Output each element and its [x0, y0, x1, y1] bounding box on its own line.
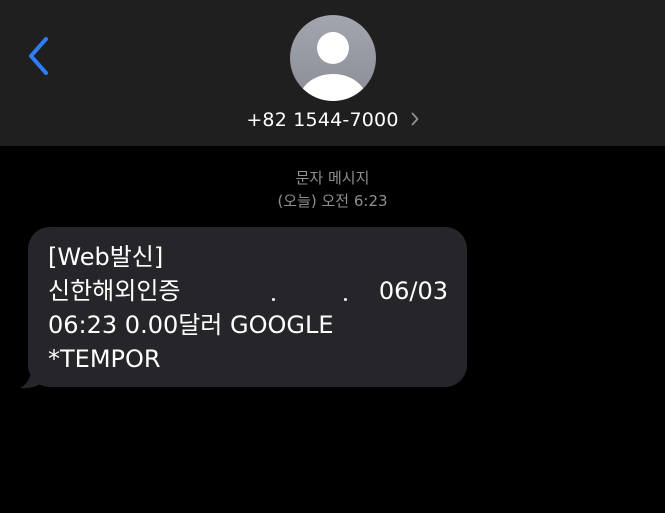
message-line: 신한해외인증 06/03 — [48, 277, 448, 305]
person-silhouette-icon — [299, 32, 367, 101]
message-bubble[interactable]: [Web발신] 신한해외인증 06/03 06:23 0.00달러 GOOGLE… — [28, 227, 467, 387]
sender-label: 문자 메시지 — [295, 169, 370, 187]
message-line: *TEMPOR — [48, 345, 161, 373]
message-line: 06:23 0.00달러 GOOGLE — [48, 311, 334, 339]
contact-number: +82 1544-7000 — [246, 109, 399, 131]
message-line: [Web발신] — [48, 243, 164, 271]
contact-name-row[interactable]: +82 1544-7000 — [0, 108, 665, 132]
redaction-mark — [344, 298, 347, 301]
back-button[interactable] — [24, 36, 54, 76]
conversation-header: +82 1544-7000 — [0, 0, 665, 146]
contact-avatar[interactable] — [290, 15, 376, 101]
redaction-mark — [272, 298, 275, 301]
chevron-left-icon — [29, 37, 48, 75]
message-timestamp: (오늘) 오전 6:23 — [277, 192, 388, 210]
chevron-right-icon — [411, 112, 419, 125]
